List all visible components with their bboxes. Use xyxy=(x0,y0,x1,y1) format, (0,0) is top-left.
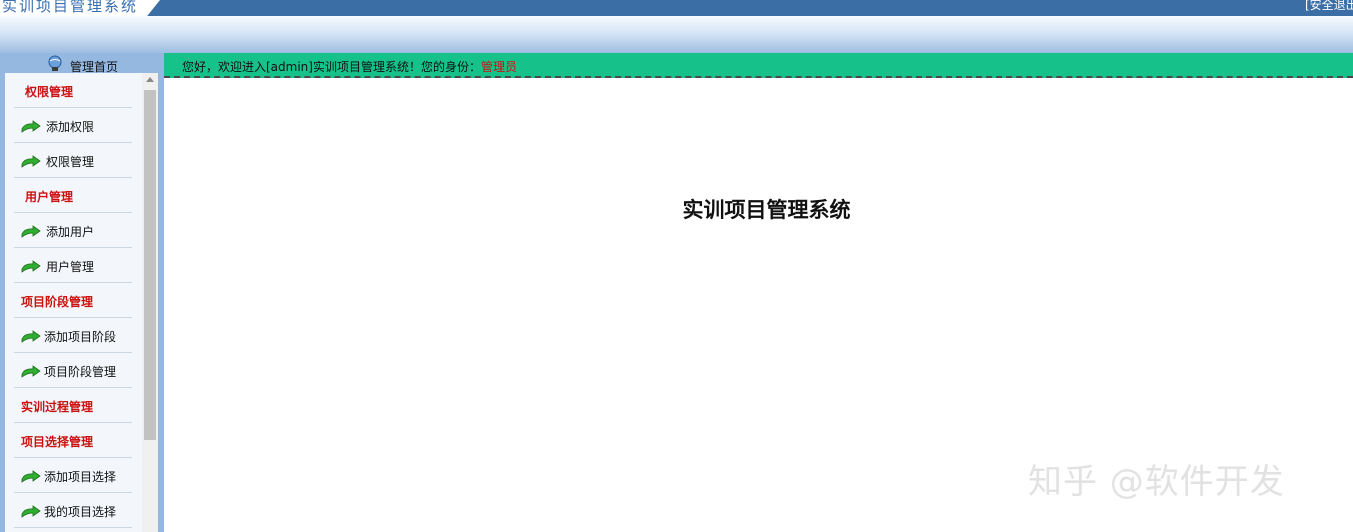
green-arrow-icon xyxy=(21,120,41,133)
category-label: 项目选择管理 xyxy=(21,435,94,449)
app-title: 实训项目管理系统 xyxy=(2,0,139,15)
sidebar-item-add-project-selection[interactable]: 添加项目选择 xyxy=(14,458,132,493)
category-label: 权限管理 xyxy=(25,85,74,99)
category-label: 项目阶段管理 xyxy=(21,295,94,309)
sidebar-scrollbar[interactable] xyxy=(142,73,158,532)
sidebar-item-add-permission[interactable]: 添加权限 xyxy=(14,108,132,143)
app-title-tab: 实训项目管理系统 xyxy=(0,0,160,16)
sidebar-item-user-management[interactable]: 用户管理 xyxy=(14,248,132,283)
sidebar-item-add-user[interactable]: 添加用户 xyxy=(14,213,132,248)
sidebar-category-project-stages[interactable]: 项目阶段管理 xyxy=(14,283,132,318)
sidebar-item-label: 添加用户 xyxy=(46,225,95,239)
green-arrow-icon xyxy=(21,365,41,378)
green-arrow-icon xyxy=(21,330,41,343)
sidebar-category-permissions[interactable]: 权限管理 xyxy=(14,73,132,108)
header-band xyxy=(0,16,1353,53)
watermark: 知乎 @软件开发 xyxy=(1028,462,1285,502)
green-arrow-icon xyxy=(21,155,41,168)
sidebar-item-label: 我的项目选择 xyxy=(44,505,117,519)
green-arrow-icon xyxy=(21,225,41,238)
sidebar-item-label: 添加权限 xyxy=(46,120,95,134)
sidebar-item-permission-management[interactable]: 权限管理 xyxy=(14,143,132,178)
globe-user-icon xyxy=(48,55,62,71)
welcome-text: 您好，欢迎进入[admin]实训项目管理系统！您的身份：管理员 xyxy=(182,58,517,75)
sidebar-item-label: 项目阶段管理 xyxy=(44,365,117,379)
sidebar-item-label: 添加项目选择 xyxy=(44,470,117,484)
sidebar-category-users[interactable]: 用户管理 xyxy=(14,178,132,213)
sidebar-item-label: 权限管理 xyxy=(46,155,95,169)
scroll-up-arrow-icon[interactable] xyxy=(146,77,154,82)
sidebar-menu: 权限管理 添加权限 权限管理 用户管理 添加用户 用户管理 项目阶段管理 添加项… xyxy=(5,73,142,532)
sidebar-item-my-project-selection[interactable]: 我的项目选择 xyxy=(14,493,132,528)
green-arrow-icon xyxy=(21,260,41,273)
green-arrow-icon xyxy=(21,470,41,483)
green-arrow-icon xyxy=(21,505,41,518)
sidebar-category-training-process[interactable]: 实训过程管理 xyxy=(14,388,132,423)
welcome-message: 您好，欢迎进入[admin]实训项目管理系统！您的身份： xyxy=(182,60,481,74)
welcome-bar: 您好，欢迎进入[admin]实训项目管理系统！您的身份：管理员 xyxy=(164,53,1353,78)
top-bar xyxy=(0,0,1353,16)
sidebar-item-label: 用户管理 xyxy=(46,260,95,274)
sidebar-category-project-selection[interactable]: 项目选择管理 xyxy=(14,423,132,458)
category-label: 用户管理 xyxy=(25,190,74,204)
sidebar-item-add-project-stage[interactable]: 添加项目阶段 xyxy=(14,318,132,353)
sidebar-item-project-stage-management[interactable]: 项目阶段管理 xyxy=(14,353,132,388)
logout-link[interactable]: [安全退出] xyxy=(1305,0,1353,13)
page-title: 实训项目管理系统 xyxy=(682,197,851,222)
sidebar-item-label: 添加项目阶段 xyxy=(44,330,117,344)
category-label: 实训过程管理 xyxy=(21,400,94,414)
user-role: 管理员 xyxy=(480,60,517,74)
left-sidebar: 管理首页 权限管理 添加权限 权限管理 用户管理 添加用户 用户管理 项目阶段管… xyxy=(0,53,164,532)
scroll-thumb[interactable] xyxy=(144,90,156,440)
